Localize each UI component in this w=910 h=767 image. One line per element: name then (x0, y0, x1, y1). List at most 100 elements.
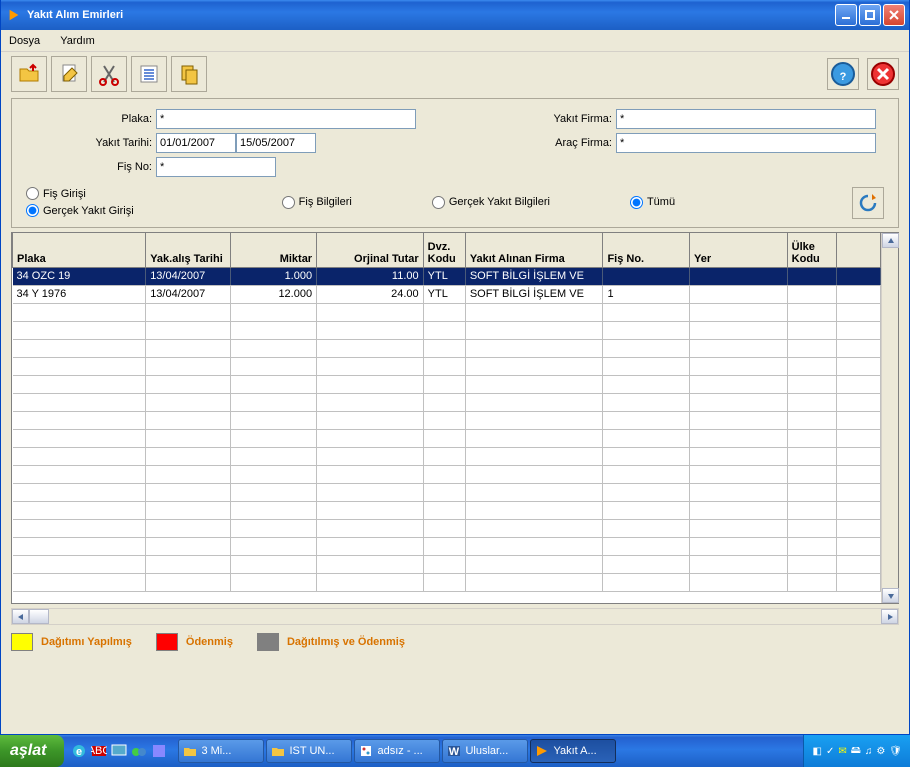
taskbar-task[interactable]: 3 Mi... (178, 739, 264, 763)
legend-item-odenmis: Ödenmiş (156, 633, 233, 651)
filter-panel: Plaka: Yakıt Firma: Yakıt Tarihi: Araç F… (11, 98, 899, 228)
vertical-scrollbar[interactable] (881, 233, 898, 603)
ql-msn-icon[interactable] (130, 741, 148, 761)
legend-swatch-red (156, 633, 178, 651)
taskbar-task[interactable]: IST UN... (266, 739, 352, 763)
radio-gercek-yakit-girisi[interactable] (26, 204, 39, 217)
edit-button[interactable] (51, 56, 87, 92)
date-to-input[interactable] (236, 133, 316, 153)
col-ulke-kodu[interactable]: Ülke Kodu (787, 233, 836, 267)
legend: Dağıtımı Yapılmış Ödenmiş Dağıtılmış ve … (11, 633, 899, 651)
col-yak-alis-tarihi[interactable]: Yak.alış Tarihi (146, 233, 230, 267)
tray-icon[interactable]: ✉ (838, 746, 846, 757)
yakit-tarihi-label: Yakıt Tarihi: (26, 137, 156, 149)
list-button[interactable] (131, 56, 167, 92)
app-window: Yakıt Alım Emirleri Dosya Yardım ? Plaka… (0, 0, 910, 735)
refresh-button[interactable] (852, 187, 884, 219)
ql-desktop-icon[interactable] (110, 741, 128, 761)
horizontal-scrollbar[interactable] (11, 608, 899, 625)
titlebar[interactable]: Yakıt Alım Emirleri (1, 0, 909, 30)
system-tray[interactable]: ◧ ✓ ✉ 🖴 ♫ ⚙ 🛡 (803, 735, 910, 767)
ql-abc-icon[interactable]: ABC (90, 741, 108, 761)
cut-button[interactable] (91, 56, 127, 92)
ql-ie-icon[interactable]: e (70, 741, 88, 761)
table-row-empty (13, 573, 881, 591)
table-row-empty (13, 537, 881, 555)
date-from-input[interactable] (156, 133, 236, 153)
app-icon (7, 7, 23, 23)
radio-fis-bilgileri-label: Fiş Bilgileri (299, 196, 352, 208)
tray-icon[interactable]: ⚙ (876, 746, 885, 757)
table-row-empty (13, 519, 881, 537)
radio-tumu-label: Tümü (647, 196, 675, 208)
col-miktar[interactable]: Miktar (230, 233, 317, 267)
scroll-down-button[interactable] (882, 588, 899, 603)
taskbar-task[interactable]: Yakıt A... (530, 739, 616, 763)
minimize-button[interactable] (835, 4, 857, 26)
table-row-empty (13, 429, 881, 447)
legend-swatch-yellow (11, 633, 33, 651)
plaka-label: Plaka: (26, 113, 156, 125)
radio-fis-girisi-label: Fiş Girişi (43, 188, 86, 200)
fis-no-label: Fiş No: (26, 161, 156, 173)
quick-launch: e ABC (70, 741, 168, 761)
table-row-empty (13, 501, 881, 519)
col-orjinal-tutar[interactable]: Orjinal Tutar (317, 233, 424, 267)
fis-no-input[interactable] (156, 157, 276, 177)
table-row-empty (13, 393, 881, 411)
table-row-empty (13, 411, 881, 429)
table-row-empty (13, 303, 881, 321)
help-button[interactable]: ? (827, 58, 859, 90)
table-row-empty (13, 357, 881, 375)
tray-icon[interactable]: ✓ (826, 746, 834, 757)
radio-gercek-yakit-bilgileri-label: Gerçek Yakıt Bilgileri (449, 196, 550, 208)
table-row-empty (13, 465, 881, 483)
start-button[interactable]: aşlat (0, 735, 64, 767)
col-fis-no[interactable]: Fiş No. (603, 233, 690, 267)
tray-icon[interactable]: ♫ (865, 746, 873, 757)
legend-item-dagitimi: Dağıtımı Yapılmış (11, 633, 132, 651)
table-row[interactable]: 34 Y 197613/04/200712.00024.00YTLSOFT Bİ… (13, 285, 881, 303)
cancel-close-button[interactable] (867, 58, 899, 90)
col-yakit-alinan-firma[interactable]: Yakıt Alınan Firma (465, 233, 603, 267)
taskbar: aşlat e ABC 3 Mi...IST UN...adsız - ...W… (0, 735, 910, 767)
tray-icon[interactable]: 🛡 (889, 746, 902, 757)
scroll-left-button[interactable] (12, 609, 29, 624)
arac-firma-label: Araç Firma: (506, 137, 616, 149)
radio-fis-bilgileri[interactable] (282, 196, 295, 209)
svg-text:e: e (76, 746, 82, 758)
tray-icon[interactable]: ◧ (812, 746, 821, 757)
scroll-up-button[interactable] (882, 233, 899, 248)
radio-fis-girisi[interactable] (26, 187, 39, 200)
radio-gercek-yakit-bilgileri[interactable] (432, 196, 445, 209)
col-extra[interactable] (836, 233, 881, 267)
table-row-empty (13, 321, 881, 339)
maximize-button[interactable] (859, 4, 881, 26)
menu-help[interactable]: Yardım (60, 35, 95, 47)
plaka-input[interactable] (156, 109, 416, 129)
data-grid: Plaka Yak.alış Tarihi Miktar Orjinal Tut… (11, 232, 899, 604)
open-button[interactable] (11, 56, 47, 92)
taskbar-task[interactable]: WUluslar... (442, 739, 528, 763)
table-row[interactable]: 34 OZC 1913/04/20071.00011.00YTLSOFT BİL… (13, 267, 881, 285)
legend-label-dagitilmis-odenmis: Dağıtılmış ve Ödenmiş (287, 636, 405, 648)
table-row-empty (13, 555, 881, 573)
svg-text:ABC: ABC (91, 745, 107, 757)
copy-button[interactable] (171, 56, 207, 92)
svg-text:W: W (449, 746, 460, 758)
col-yer[interactable]: Yer (690, 233, 788, 267)
menubar: Dosya Yardım (1, 30, 909, 52)
arac-firma-input[interactable] (616, 133, 876, 153)
legend-item-dagitilmis-odenmis: Dağıtılmış ve Ödenmiş (257, 633, 405, 651)
close-button[interactable] (883, 4, 905, 26)
scroll-right-button[interactable] (881, 609, 898, 624)
col-plaka[interactable]: Plaka (13, 233, 146, 267)
yakit-firma-input[interactable] (616, 109, 876, 129)
tray-icon[interactable]: 🖴 (851, 743, 861, 760)
radio-gercek-yakit-girisi-label: Gerçek Yakıt Girişi (43, 205, 134, 217)
ql-app-icon[interactable] (150, 741, 168, 761)
radio-tumu[interactable] (630, 196, 643, 209)
col-dvz-kodu[interactable]: Dvz. Kodu (423, 233, 465, 267)
menu-file[interactable]: Dosya (9, 35, 40, 47)
taskbar-task[interactable]: adsız - ... (354, 739, 440, 763)
